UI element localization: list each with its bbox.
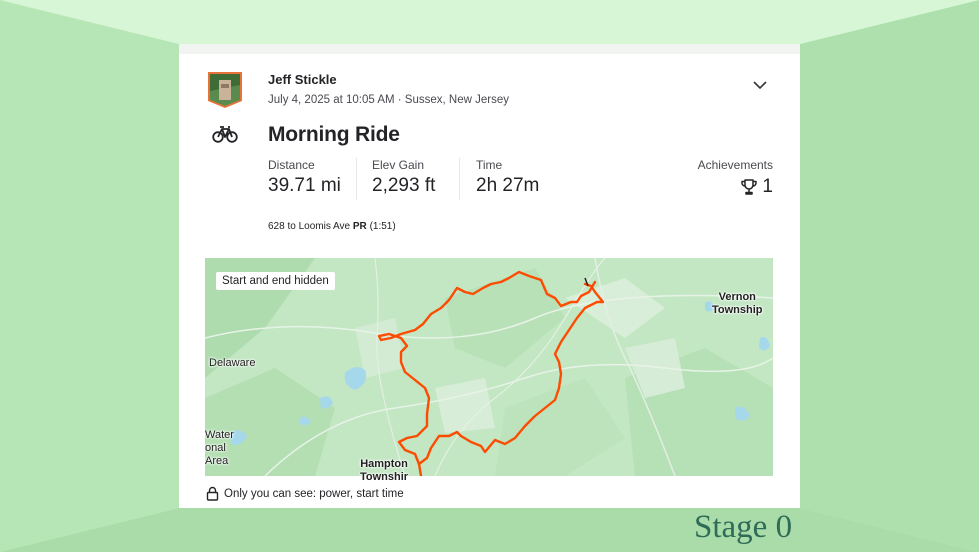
achievements-label: Achievements [697,158,773,172]
activity-date-location: July 4, 2025 at 10:05 AM · Sussex, New J… [268,94,509,106]
stat-value: 39.71 mi [268,175,341,196]
achievements-count: 1 [762,176,773,197]
map-label-hampton: Hampton Townshir [360,458,408,484]
chevron-down-icon[interactable] [752,79,768,91]
stage-label: Stage 0 [694,509,793,545]
stat-value: 2,293 ft [372,175,436,196]
map-label-line: onal [205,442,226,454]
map-hidden-badge: Start and end hidden [216,272,335,290]
privacy-note: Only you can see: power, start time [206,486,404,501]
map-label-vernon: Vernon Township [712,291,763,317]
map-label-line: Hampton [360,458,408,470]
stat-distance: Distance 39.71 mi [268,158,341,197]
map-label-delaware: Delaware [209,357,256,369]
athlete-avatar[interactable] [207,71,243,109]
route-map[interactable] [205,258,773,476]
map-canvas [205,258,773,476]
lock-icon [206,486,219,501]
stat-label: Time [476,158,503,172]
map-label-line: Townshir [360,471,409,483]
map-label-water-area: Water onal Area [205,429,234,468]
card-top-strip [179,44,800,54]
segment-pr[interactable]: 628 to Loomis Ave PR (1:51) [268,221,396,232]
stat-divider [459,158,460,200]
achievements[interactable]: Achievements 1 [680,158,773,198]
trophy-icon [741,179,758,195]
map-label-line: Township [712,304,763,316]
stat-elevation: Elev Gain 2,293 ft [372,158,435,197]
map-label-line: Area [205,455,229,467]
stat-label: Elev Gain [372,158,425,172]
bike-icon [212,126,238,143]
map-label-line: Water [205,429,234,441]
segment-name: 628 to Loomis Ave [268,221,351,232]
stat-value: 2h 27m [476,175,540,196]
stat-time: Time 2h 27m [476,158,539,197]
stat-divider [356,158,357,200]
athlete-name[interactable]: Jeff Stickle [268,72,337,87]
pr-badge: PR [352,221,367,232]
map-label-line: Vernon [718,291,756,303]
stat-label: Distance [268,158,315,172]
activity-title[interactable]: Morning Ride [268,123,400,147]
privacy-text: Only you can see: power, start time [224,487,404,500]
segment-time: (1:51) [369,221,396,232]
